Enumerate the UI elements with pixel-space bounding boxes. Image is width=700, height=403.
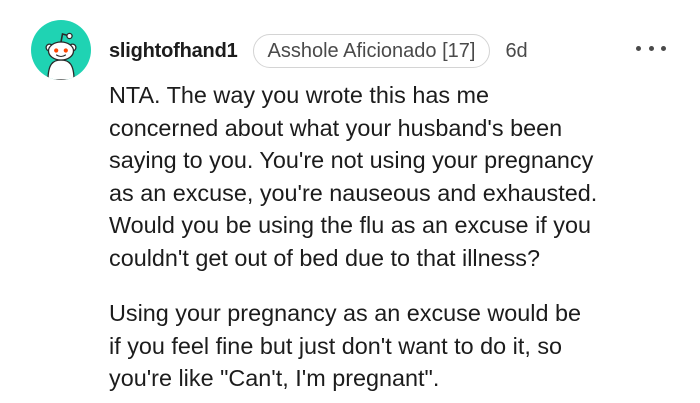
comment-line: if you feel fine but just don't want to … xyxy=(109,332,563,359)
comment-line: as an excuse, you're nauseous and exhaus… xyxy=(109,179,598,206)
comment: slightofhand1 Asshole Aficionado [17] 6d… xyxy=(0,0,700,403)
comment-header: slightofhand1 Asshole Aficionado [17] 6d xyxy=(109,32,528,70)
user-flair: Asshole Aficionado [17] xyxy=(252,34,491,68)
comment-line: NTA. The way you wrote this has me xyxy=(109,82,490,108)
username[interactable]: slightofhand1 xyxy=(109,40,238,63)
more-options-dot xyxy=(661,45,666,51)
more-options-icon[interactable] xyxy=(636,38,666,58)
comment-paragraph: NTA. The way you wrote this has me conce… xyxy=(109,79,694,274)
comment-paragraph: Using your pregnancy as an excuse would … xyxy=(109,297,694,395)
comment-body: NTA. The way you wrote this has me conce… xyxy=(109,79,694,395)
comment-line: couldn't get out of bed due to that illn… xyxy=(109,244,541,271)
more-options-dot xyxy=(648,45,654,51)
snoo-avatar-icon xyxy=(45,32,77,80)
comment-line: concerned about what your husband's been xyxy=(109,114,563,141)
comment-line: Would you be using the flu as an excuse … xyxy=(109,212,591,238)
avatar[interactable] xyxy=(31,20,91,80)
comment-line: you're like "Can't, I'm pregnant". xyxy=(109,365,440,391)
comment-age: 6d xyxy=(505,39,528,62)
more-options-dot xyxy=(636,45,641,51)
comment-line: Using your pregnancy as an excuse would … xyxy=(109,300,581,326)
comment-line: saying to you. You're not using your pre… xyxy=(109,147,594,173)
